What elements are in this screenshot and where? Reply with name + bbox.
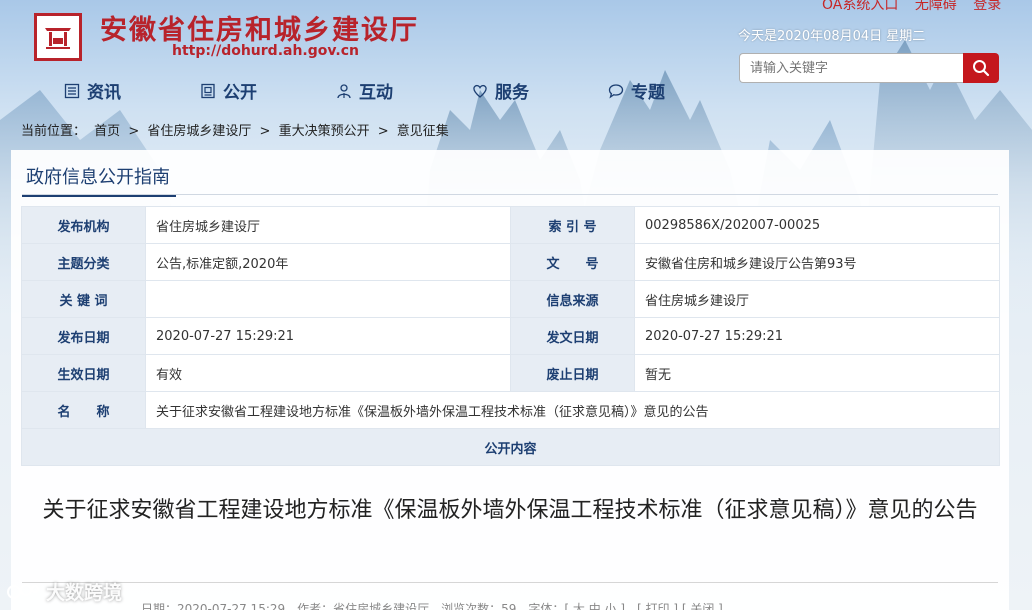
docno-label: 文 号 (510, 243, 635, 281)
document-divider (22, 582, 998, 583)
site-title: 安徽省住房和城乡建设厅 (100, 15, 419, 46)
nav-item-open[interactable]: 公开 (200, 78, 257, 103)
name-label: 名 称 (21, 391, 146, 429)
content-panel: 政府信息公开指南 发布机构 省住房城乡建设厅 索 引 号 00298586X/2… (11, 150, 1009, 610)
top-links: OA系统入口 无障碍 登录 (822, 0, 1013, 14)
name-value: 关于征求安徽省工程建设地方标准《保温板外墙外保温工程技术标准（征求意见稿）》意见… (145, 391, 1000, 429)
breadcrumb-separator: > (128, 124, 140, 139)
open-content-header: 公开内容 (21, 428, 1000, 466)
document-meta: 日期：2020-07-27 15:29 作者：省住房城乡建设厅 浏览次数：59 … (141, 602, 723, 610)
publisher-label: 发布机构 (21, 206, 146, 244)
info-table: 发布机构 省住房城乡建设厅 索 引 号 00298586X/202007-000… (21, 206, 1000, 466)
breadcrumb-separator: > (377, 124, 389, 139)
index-label: 索 引 号 (510, 206, 635, 244)
search-box (739, 53, 999, 83)
nav-item-interact[interactable]: 互动 (336, 78, 393, 103)
topic-label: 主题分类 (21, 243, 146, 281)
chat-bubble-icon (608, 83, 624, 99)
document-title: 关于征求安徽省工程建设地方标准《保温板外墙外保温工程技术标准（征求意见稿）》意见… (42, 498, 978, 523)
pubdate-label: 发布日期 (21, 317, 146, 355)
table-row: 名 称 关于征求安徽省工程建设地方标准《保温板外墙外保温工程技术标准（征求意见稿… (21, 391, 1000, 429)
search-icon (973, 60, 990, 77)
nav-item-label: 专题 (631, 83, 665, 103)
nav-item-label: 服务 (495, 83, 529, 103)
expire-value: 暂无 (634, 354, 1000, 392)
docno-value: 安徽省住房和城乡建设厅公告第93号 (634, 243, 1000, 281)
table-row: 主题分类 公告,标准定额,2020年 文 号 安徽省住房和城乡建设厅公告第93号 (21, 243, 1000, 281)
accessibility-link[interactable]: 无障碍 (915, 0, 957, 13)
current-date: 今天是2020年08月04日 星期二 (738, 29, 926, 44)
table-row: 生效日期 有效 废止日期 暂无 (21, 354, 1000, 392)
table-row: 发布机构 省住房城乡建设厅 索 引 号 00298586X/202007-000… (21, 206, 1000, 244)
topic-value: 公告,标准定额,2020年 (145, 243, 511, 281)
watermark-logo-icon (7, 583, 39, 599)
breadcrumb-current[interactable]: 意见征集 (397, 124, 449, 139)
nav-item-label: 互动 (359, 83, 393, 103)
people-icon (337, 83, 351, 98)
site-logo[interactable] (34, 13, 82, 61)
search-input[interactable] (739, 53, 964, 83)
issuedate-value: 2020-07-27 15:29:21 (634, 317, 1000, 355)
keywords-value (145, 280, 511, 318)
source-label: 信息来源 (510, 280, 635, 318)
breadcrumb-decision[interactable]: 重大决策预公开 (279, 124, 370, 139)
effective-value: 有效 (145, 354, 511, 392)
breadcrumb-prefix: 当前位置： (21, 124, 87, 139)
breadcrumb-separator: > (259, 124, 271, 139)
oa-entry-link[interactable]: OA系统入口 (822, 0, 898, 13)
login-link[interactable]: 登录 (973, 0, 1001, 13)
publisher-value: 省住房城乡建设厅 (145, 206, 511, 244)
panel-divider (22, 194, 998, 195)
keywords-label: 关 键 词 (21, 280, 146, 318)
seal-logo-icon (45, 28, 71, 49)
source-value: 省住房城乡建设厅 (634, 280, 1000, 318)
pubdate-value: 2020-07-27 15:29:21 (145, 317, 511, 355)
nav-item-label: 资讯 (87, 83, 121, 103)
nav-item-topics[interactable]: 专题 (608, 78, 665, 103)
breadcrumb-home[interactable]: 首页 (94, 124, 120, 139)
watermark: 大数跨境 (6, 578, 122, 605)
effective-label: 生效日期 (21, 354, 146, 392)
table-row: 发布日期 2020-07-27 15:29:21 发文日期 2020-07-27… (21, 317, 1000, 355)
nav-item-label: 公开 (223, 83, 257, 103)
heart-icon (473, 84, 487, 98)
index-value: 00298586X/202007-00025 (634, 206, 1000, 244)
panel-title: 政府信息公开指南 (22, 163, 176, 197)
breadcrumb: 当前位置： 首页 > 省住房城乡建设厅 > 重大决策预公开 > 意见征集 (21, 120, 453, 139)
table-row: 公开内容 (21, 428, 1000, 466)
site-url: http://dohurd.ah.gov.cn (172, 43, 359, 59)
list-icon (64, 83, 80, 98)
nav-item-service[interactable]: 服务 (472, 78, 529, 103)
nav-item-news[interactable]: 资讯 (64, 78, 121, 103)
watermark-text: 大数跨境 (46, 582, 123, 604)
search-button[interactable] (963, 53, 999, 83)
breadcrumb-department[interactable]: 省住房城乡建设厅 (147, 124, 251, 139)
table-row: 关 键 词 信息来源 省住房城乡建设厅 (21, 280, 1000, 318)
issuedate-label: 发文日期 (510, 317, 635, 355)
expire-label: 废止日期 (510, 354, 635, 392)
document-icon (201, 83, 215, 98)
